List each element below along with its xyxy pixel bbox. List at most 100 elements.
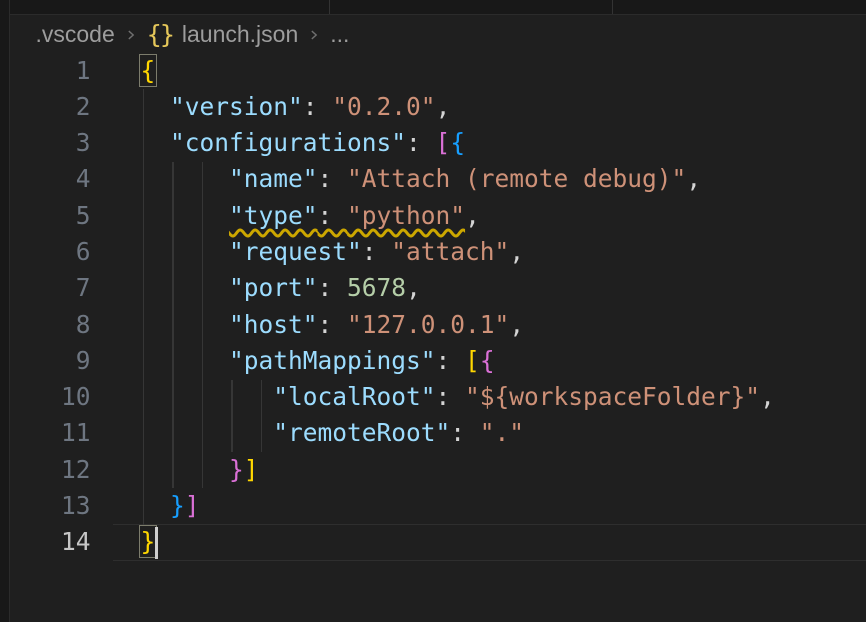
- tab-strip-segment[interactable]: [330, 0, 613, 14]
- token: ,: [509, 237, 524, 266]
- token: 5678: [347, 273, 406, 302]
- token: :: [362, 237, 392, 266]
- token: ,: [436, 92, 451, 121]
- token: :: [318, 201, 348, 230]
- breadcrumb: .vscode {} launch.json ...: [11, 16, 866, 53]
- line-number[interactable]: 7: [11, 270, 91, 306]
- token: [141, 273, 230, 302]
- token: :: [406, 128, 436, 157]
- token: :: [318, 164, 348, 193]
- json-file-icon: {}: [147, 22, 173, 47]
- code-line-4[interactable]: 4 "name": "Attach (remote debug)",: [11, 161, 866, 197]
- line-number[interactable]: 9: [11, 343, 91, 379]
- editor-pane: .vscode {} launch.json ... 1{2 "version"…: [11, 16, 866, 622]
- bracket-match: {: [141, 56, 156, 85]
- line-number[interactable]: 10: [11, 379, 91, 415]
- code-line-9[interactable]: 9 "pathMappings": [{: [11, 343, 866, 379]
- line-number[interactable]: 12: [11, 452, 91, 488]
- text-cursor: [155, 527, 158, 559]
- token: "name": [229, 164, 318, 193]
- code-line-13[interactable]: 13 }]: [11, 488, 866, 524]
- token: [141, 418, 274, 447]
- token: {: [450, 128, 465, 157]
- code-line-6[interactable]: 6 "request": "attach",: [11, 234, 866, 270]
- token: "localRoot": [273, 382, 435, 411]
- token: "host": [229, 310, 318, 339]
- token: ]: [244, 455, 259, 484]
- token: :: [436, 346, 466, 375]
- token: :: [450, 418, 480, 447]
- token: "python": [347, 201, 465, 230]
- token: [141, 164, 230, 193]
- token: "port": [229, 273, 318, 302]
- token: ,: [406, 273, 421, 302]
- code-line-3[interactable]: 3 "configurations": [{: [11, 125, 866, 161]
- tab-strip-segment[interactable]: [613, 0, 866, 14]
- breadcrumb-file[interactable]: launch.json: [182, 21, 298, 48]
- tab-bar: [0, 0, 866, 15]
- token: "attach": [391, 237, 509, 266]
- token: ".": [480, 418, 524, 447]
- window-left-edge: [0, 0, 10, 622]
- code-line-11[interactable]: 11 "remoteRoot": ".": [11, 415, 866, 451]
- token: {: [480, 346, 495, 375]
- breadcrumb-folder[interactable]: .vscode: [36, 21, 115, 48]
- code-text: "request": "attach",: [141, 234, 525, 270]
- line-number[interactable]: 2: [11, 89, 91, 125]
- indent-guide: [261, 380, 263, 453]
- token: ]: [185, 491, 200, 520]
- token: [141, 491, 171, 520]
- line-number[interactable]: 13: [11, 488, 91, 524]
- code-line-12[interactable]: 12 }]: [11, 452, 866, 488]
- token: "pathMappings": [229, 346, 436, 375]
- breadcrumb-symbol-ellipsis[interactable]: ...: [330, 21, 349, 48]
- code-area: 1{2 "version": "0.2.0",3 "configurations…: [11, 53, 866, 561]
- line-number[interactable]: 1: [11, 53, 91, 89]
- code-text: }]: [141, 488, 200, 524]
- code-text: "host": "127.0.0.1",: [141, 307, 525, 343]
- code-line-5[interactable]: 5 "type": "python",: [11, 198, 866, 234]
- code-text: "pathMappings": [{: [141, 343, 495, 379]
- code-text: }]: [141, 452, 259, 488]
- token: "type": [229, 201, 318, 230]
- token: :: [318, 310, 348, 339]
- token: "request": [229, 237, 362, 266]
- line-number[interactable]: 11: [11, 415, 91, 451]
- token: [141, 346, 230, 375]
- token: "${workspaceFolder}": [465, 382, 760, 411]
- token: "remoteRoot": [273, 418, 450, 447]
- line-number[interactable]: 6: [11, 234, 91, 270]
- code-text: "name": "Attach (remote debug)",: [141, 161, 702, 197]
- line-number[interactable]: 8: [11, 307, 91, 343]
- indent-guide: [202, 162, 204, 489]
- indent-guide: [231, 380, 233, 453]
- token: [141, 237, 230, 266]
- token: [141, 128, 171, 157]
- token: :: [303, 92, 333, 121]
- tab-strip-segment[interactable]: [0, 0, 330, 14]
- token: "Attach (remote debug)": [347, 164, 686, 193]
- code-line-7[interactable]: 7 "port": 5678,: [11, 270, 866, 306]
- line-number[interactable]: 3: [11, 125, 91, 161]
- current-line-highlight: [113, 524, 866, 560]
- vscode-window: { "colors": { "bg": "#1f1f1f", "chrome_b…: [0, 0, 866, 622]
- code-line-2[interactable]: 2 "version": "0.2.0",: [11, 89, 866, 125]
- code-text: "port": 5678,: [141, 270, 421, 306]
- code-text: "configurations": [{: [141, 125, 466, 161]
- token: :: [318, 273, 348, 302]
- token: [141, 201, 230, 230]
- line-number[interactable]: 4: [11, 161, 91, 197]
- line-number[interactable]: 5: [11, 198, 91, 234]
- line-number[interactable]: 14: [11, 524, 91, 560]
- code-text: }: [141, 524, 156, 560]
- code-line-14[interactable]: 14}: [11, 524, 866, 560]
- token: [: [436, 128, 451, 157]
- token: ,: [686, 164, 701, 193]
- token: :: [436, 382, 466, 411]
- chevron-right-icon: [124, 27, 138, 43]
- code-line-10[interactable]: 10 "localRoot": "${workspaceFolder}",: [11, 379, 866, 415]
- code-line-1[interactable]: 1{: [11, 53, 866, 89]
- token: ,: [760, 382, 775, 411]
- token: [141, 455, 230, 484]
- code-line-8[interactable]: 8 "host": "127.0.0.1",: [11, 307, 866, 343]
